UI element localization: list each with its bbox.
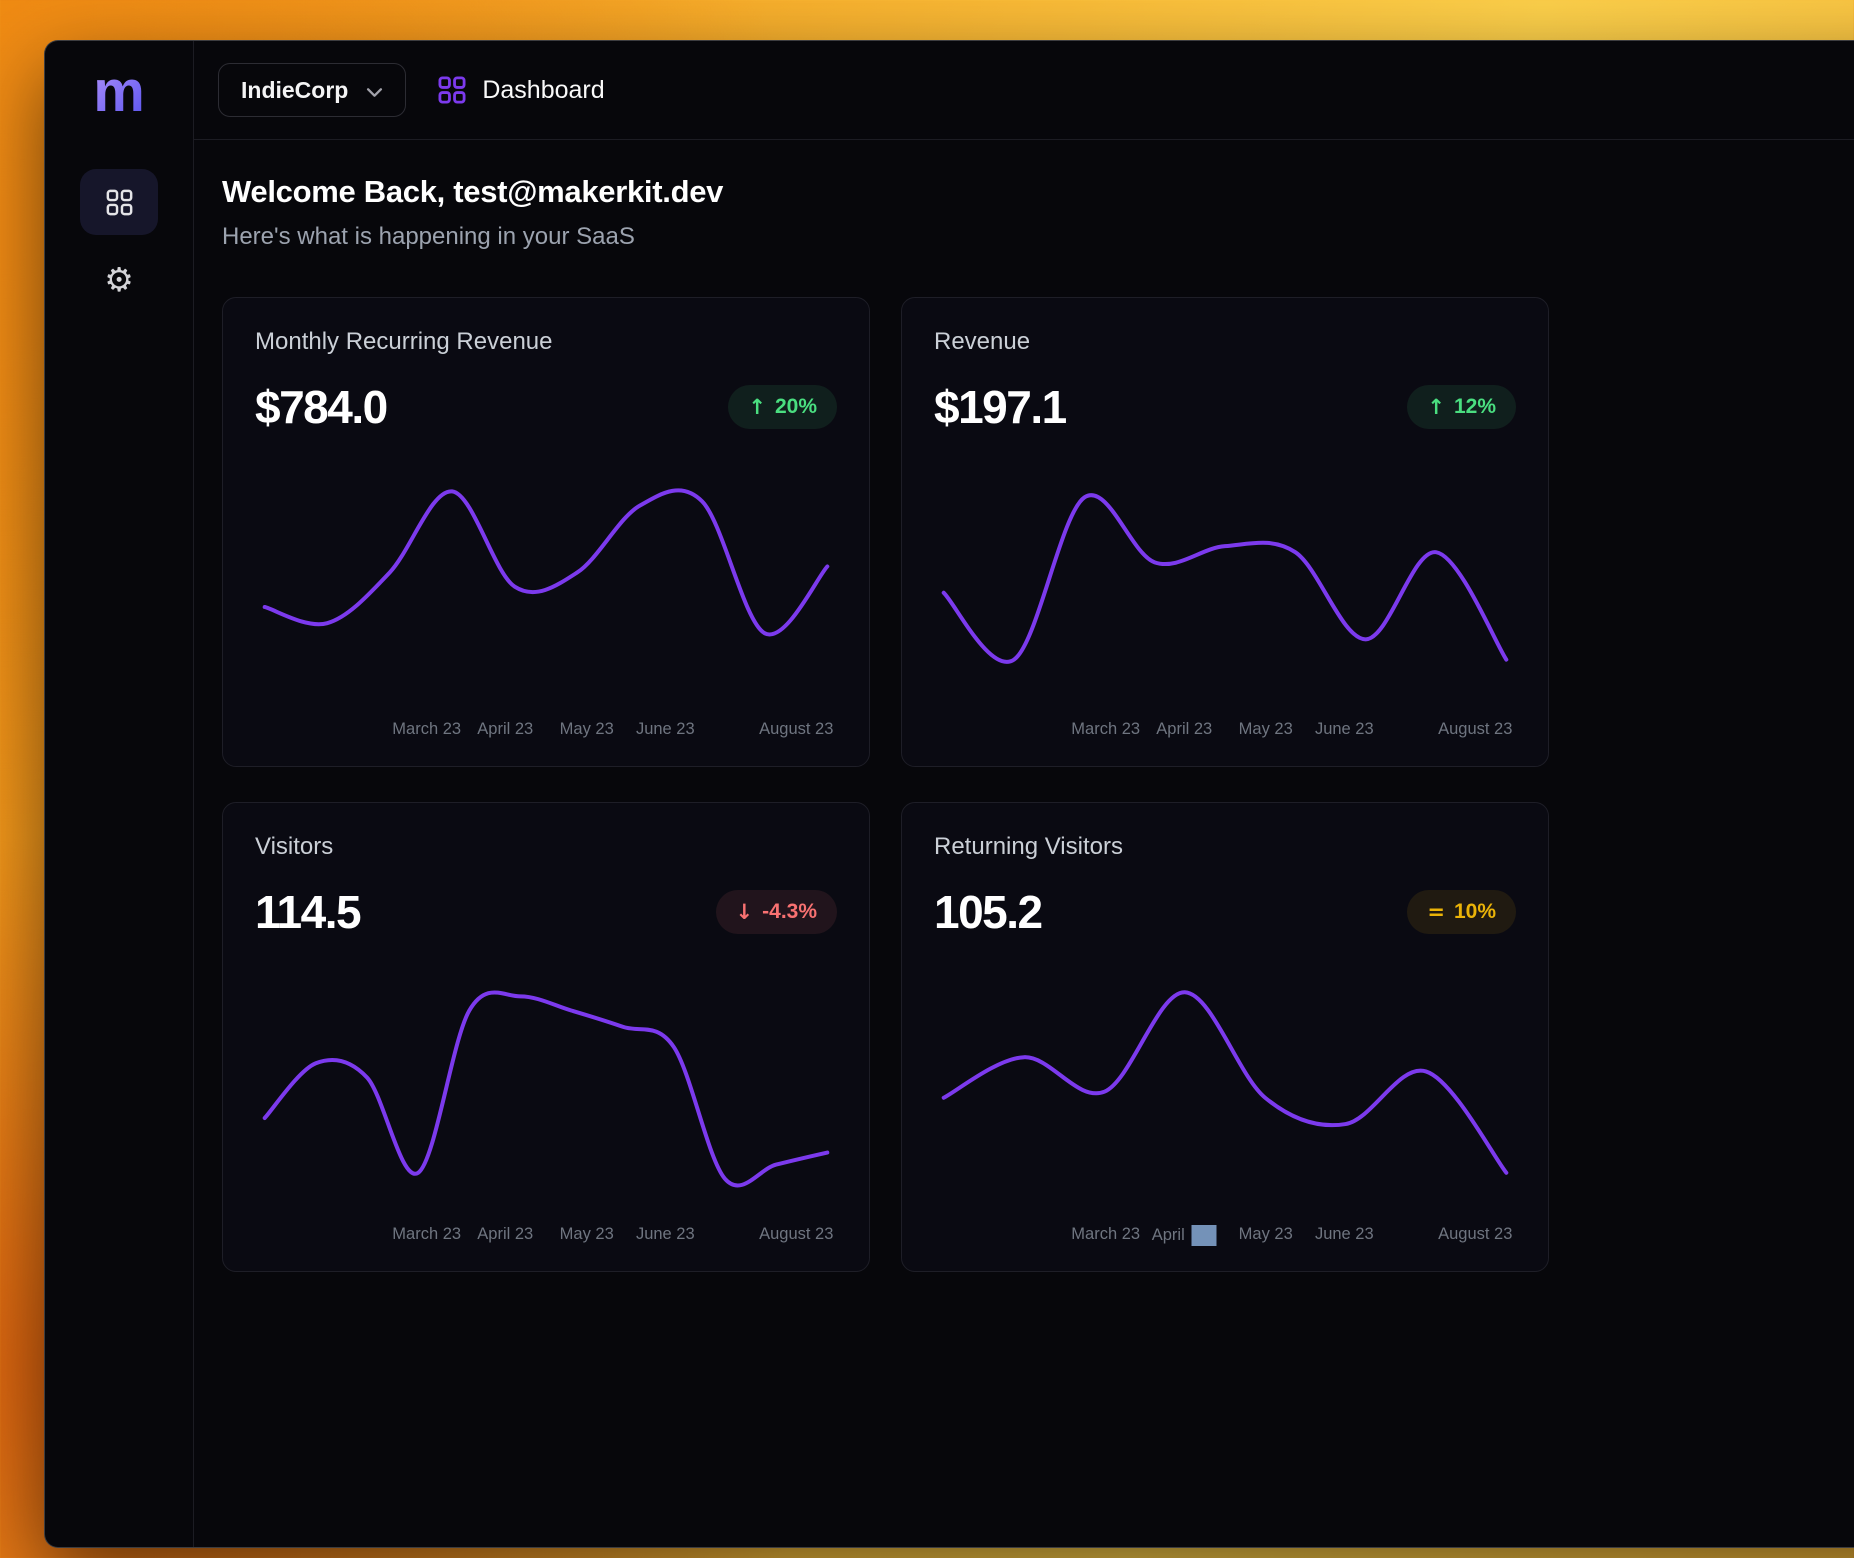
sidebar-item-settings[interactable]: ⚙ bbox=[104, 263, 134, 296]
x-tick: August 23 bbox=[759, 1225, 833, 1244]
trend-label: 10% bbox=[1454, 900, 1496, 924]
x-tick: August 23 bbox=[1438, 1225, 1512, 1244]
page-title: Dashboard bbox=[482, 76, 604, 105]
main-content: Welcome Back, test@makerkit.dev Here's w… bbox=[194, 140, 1854, 1547]
line-chart bbox=[255, 969, 837, 1217]
dashboard-grid-icon bbox=[106, 189, 133, 216]
card-title: Returning Visitors bbox=[934, 833, 1516, 861]
x-axis: March 23 April 23 May 23 June 23 August 23 bbox=[255, 1223, 837, 1249]
chart-svg bbox=[934, 464, 1516, 712]
welcome-heading: Welcome Back, test@makerkit.dev bbox=[222, 174, 1854, 210]
chart-line bbox=[265, 490, 828, 634]
metric-card: Revenue $197.1 ↑ 12% March 23 April 23 May… bbox=[901, 297, 1549, 767]
x-tick: August 23 bbox=[759, 720, 833, 739]
text-selection-highlight bbox=[1192, 1225, 1217, 1246]
x-tick: March 23 bbox=[1071, 720, 1140, 739]
chart-svg bbox=[934, 969, 1516, 1217]
metric-card: Returning Visitors 105.2 = 10% March 23 A… bbox=[901, 802, 1549, 1272]
nav-dashboard[interactable]: Dashboard bbox=[438, 76, 604, 105]
app-window: m ⚙ IndieCorp bbox=[44, 40, 1854, 1548]
card-value-row: 114.5 ↓ -4.3% bbox=[255, 885, 837, 939]
line-chart bbox=[934, 969, 1516, 1217]
x-tick: June 23 bbox=[1315, 720, 1374, 739]
dashboard-grid-icon-purple bbox=[438, 76, 466, 104]
card-value: $784.0 bbox=[255, 380, 387, 434]
trend-label: -4.3% bbox=[762, 900, 817, 924]
card-value: $197.1 bbox=[934, 380, 1066, 434]
x-tick: April 23 bbox=[477, 720, 533, 739]
card-title: Monthly Recurring Revenue bbox=[255, 328, 837, 356]
trend-badge: ↑ 20% bbox=[728, 385, 837, 429]
sidebar: m ⚙ bbox=[45, 41, 194, 1547]
x-tick: March 23 bbox=[1071, 1225, 1140, 1244]
x-tick: March 23 bbox=[392, 1225, 461, 1244]
x-tick: June 23 bbox=[1315, 1225, 1374, 1244]
gear-icon: ⚙ bbox=[104, 260, 134, 299]
x-axis: March 23 April 23 May 23 June 23 August 23 bbox=[934, 718, 1516, 744]
card-title: Revenue bbox=[934, 328, 1516, 356]
metric-card: Visitors 114.5 ↓ -4.3% March 23April 23M… bbox=[222, 802, 870, 1272]
chart-line bbox=[944, 992, 1507, 1173]
x-tick: April 23 bbox=[477, 1225, 533, 1244]
workspace-label: IndieCorp bbox=[241, 77, 348, 104]
chart-line bbox=[265, 992, 828, 1185]
sidebar-item-dashboard[interactable] bbox=[80, 169, 158, 235]
trend-badge: ↑ 12% bbox=[1407, 385, 1516, 429]
trend-badge: ↓ -4.3% bbox=[716, 890, 837, 934]
x-tick: May 23 bbox=[1239, 720, 1293, 739]
card-value-row: $784.0 ↑ 20% bbox=[255, 380, 837, 434]
x-tick: June 23 bbox=[636, 720, 695, 739]
trend-label: 12% bbox=[1454, 395, 1496, 419]
trend-icon: ↓ bbox=[736, 902, 754, 923]
trend-icon: ↑ bbox=[1427, 397, 1445, 418]
card-value-row: $197.1 ↑ 12% bbox=[934, 380, 1516, 434]
x-tick: May 23 bbox=[1239, 1225, 1293, 1244]
x-axis: March 23 April May 23 June 23 August 23 bbox=[934, 1223, 1516, 1249]
brand-logo[interactable]: m bbox=[93, 63, 145, 121]
x-tick: August 23 bbox=[1438, 720, 1512, 739]
line-chart bbox=[255, 464, 837, 712]
trend-label: 20% bbox=[775, 395, 817, 419]
x-tick: April 23 bbox=[1156, 720, 1212, 739]
trend-icon: ↑ bbox=[748, 397, 766, 418]
content-column: IndieCorp Dashboard Welcome bbox=[194, 41, 1854, 1547]
x-axis: March 23 April 23 May 23 June 23 August 23 bbox=[255, 718, 837, 744]
x-tick: June 23 bbox=[636, 1225, 695, 1244]
card-value: 105.2 bbox=[934, 885, 1042, 939]
card-value: 114.5 bbox=[255, 885, 360, 939]
x-tick: May 23 bbox=[560, 1225, 614, 1244]
chevron-down-icon bbox=[366, 77, 383, 104]
cards-grid: Monthly Recurring Revenue $784.0 ↑ 20% M… bbox=[222, 297, 1854, 1272]
x-tick: March 23 bbox=[392, 720, 461, 739]
line-chart bbox=[934, 464, 1516, 712]
chart-line bbox=[944, 495, 1507, 662]
workspace-selector[interactable]: IndieCorp bbox=[218, 63, 406, 117]
trend-badge: = 10% bbox=[1407, 890, 1516, 934]
trend-icon: = bbox=[1427, 902, 1445, 923]
chart-svg bbox=[255, 464, 837, 712]
chart-svg bbox=[255, 969, 837, 1217]
topbar: IndieCorp Dashboard bbox=[194, 41, 1854, 140]
metric-card: Monthly Recurring Revenue $784.0 ↑ 20% M… bbox=[222, 297, 870, 767]
x-tick: May 23 bbox=[560, 720, 614, 739]
card-value-row: 105.2 = 10% bbox=[934, 885, 1516, 939]
welcome-subtitle: Here's what is happening in your SaaS bbox=[222, 223, 1854, 251]
x-tick: April bbox=[1152, 1225, 1217, 1246]
card-title: Visitors bbox=[255, 833, 837, 861]
